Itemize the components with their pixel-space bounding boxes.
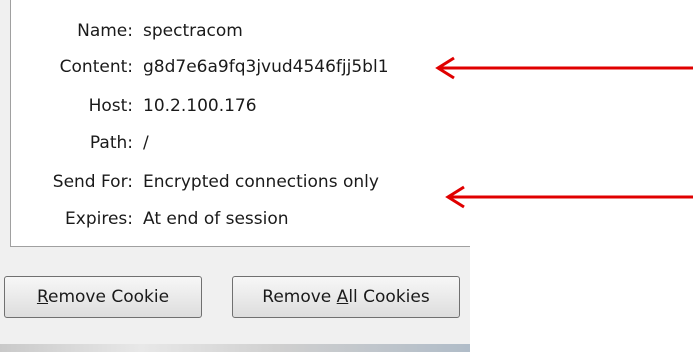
remove-all-mnemonic: A bbox=[336, 287, 349, 307]
expires-value: At end of session bbox=[143, 209, 289, 229]
path-value: / bbox=[143, 133, 149, 153]
content-label: Content: bbox=[59, 57, 133, 77]
expires-label: Expires: bbox=[65, 209, 133, 229]
name-value: spectracom bbox=[143, 21, 243, 41]
host-value: 10.2.100.176 bbox=[143, 96, 257, 116]
remove-all-label-end: ll Cookies bbox=[348, 287, 430, 307]
remove-all-cookies-button[interactable]: Remove All Cookies bbox=[232, 276, 460, 318]
name-label: Name: bbox=[77, 21, 133, 41]
send-for-value: Encrypted connections only bbox=[143, 172, 379, 192]
remove-cookie-mnemonic: R bbox=[36, 287, 48, 307]
window-bottom-edge bbox=[0, 344, 470, 352]
cookie-dialog: Name: spectracom Content: g8d7e6a9fq3jvu… bbox=[0, 0, 470, 352]
arrow-send-for-icon bbox=[445, 185, 693, 209]
remove-all-label-start: Remove bbox=[262, 287, 337, 307]
remove-cookie-label: emove Cookie bbox=[48, 287, 170, 307]
send-for-label: Send For: bbox=[52, 172, 133, 192]
cookie-details-panel: Name: spectracom Content: g8d7e6a9fq3jvu… bbox=[10, 0, 470, 247]
arrow-content-icon bbox=[435, 56, 693, 80]
remove-cookie-button[interactable]: Remove Cookie bbox=[4, 276, 202, 318]
path-label: Path: bbox=[89, 133, 133, 153]
host-label: Host: bbox=[88, 96, 133, 116]
content-value: g8d7e6a9fq3jvud4546fjj5bl1 bbox=[143, 57, 389, 77]
